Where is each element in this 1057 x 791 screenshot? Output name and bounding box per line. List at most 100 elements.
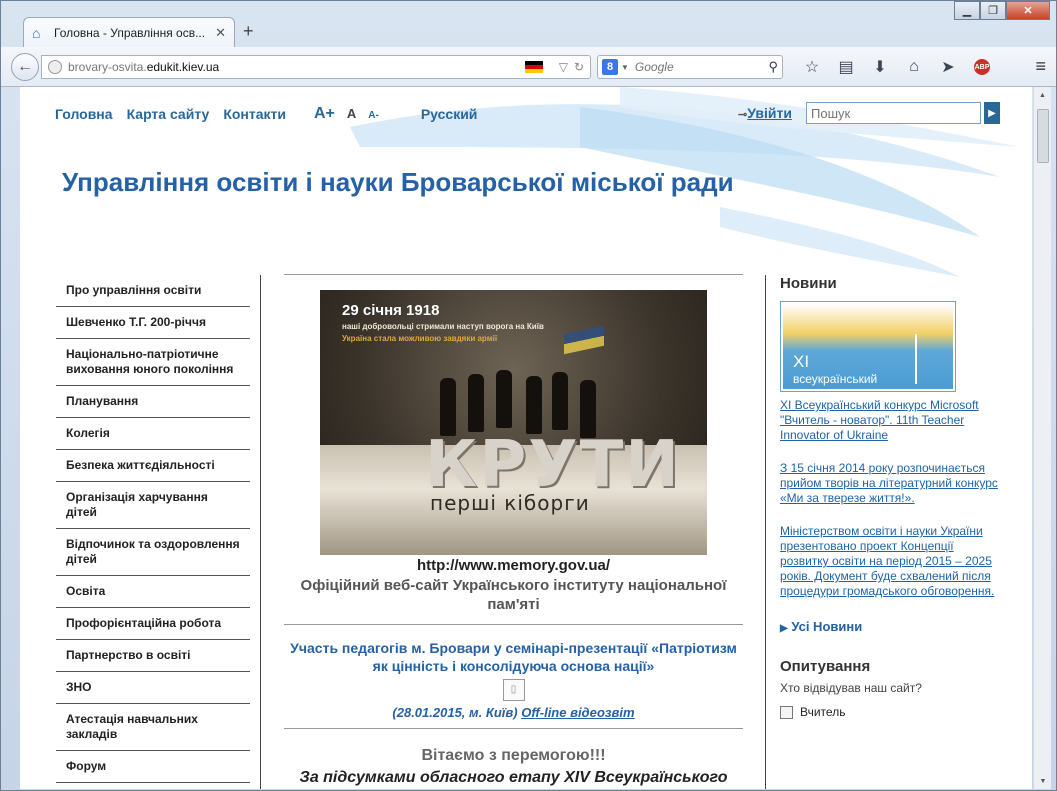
tab-title: Головна - Управління осв... — [54, 25, 206, 40]
chevron-down-icon[interactable]: ▼ — [621, 63, 629, 72]
search-engine-icon[interactable]: 8 — [602, 59, 618, 75]
poster-line-2: Україна стала можливою завдяки армії — [342, 334, 498, 343]
adblock-icon[interactable]: ABP — [965, 55, 999, 79]
kruty-poster-image[interactable]: 29 січня 1918 наші добровольці стримали … — [320, 290, 707, 555]
site-search-button[interactable]: ▶ — [984, 102, 1000, 124]
memory-description: Офіційний веб-сайт Українського інститут… — [300, 577, 727, 613]
minimize-button[interactable]: ▁ — [954, 1, 980, 20]
url-text[interactable]: brovary-osvita.edukit.kiev.ua — [68, 60, 525, 74]
home-icon[interactable]: ⌂ — [897, 55, 931, 79]
video-report-link[interactable]: Off-line відеозвіт — [521, 705, 634, 720]
ukrainian-flag-graphic — [564, 325, 604, 355]
home-icon: ⌂ — [32, 24, 41, 41]
font-normal-button[interactable]: A — [347, 106, 356, 121]
seminar-news-title[interactable]: Участь педагогів м. Бровари у семінарі-п… — [284, 639, 743, 675]
poll-question: Хто відвідував наш сайт? — [780, 681, 922, 695]
close-tab-icon[interactable]: ✕ — [215, 25, 226, 41]
key-icon: ⊸ — [738, 109, 748, 121]
page-viewport: Головна Карта сайту Контакти A+ A A- Рус… — [20, 87, 1032, 789]
window-controls: ▁ ❐ ✕ — [954, 1, 1050, 20]
divider — [284, 274, 743, 275]
menu-item-catering[interactable]: Організація харчування дітей — [56, 482, 250, 529]
news-link-1[interactable]: XI Всеукраїнський конкурс Microsoft "Вчи… — [780, 398, 1000, 443]
menu-item-forum[interactable]: Форум — [56, 751, 250, 783]
font-size-controls: A+ A A- — [314, 105, 391, 123]
video-date: (28.01.2015, м. Київ) — [392, 705, 518, 720]
menu-item-planning[interactable]: Планування — [56, 386, 250, 418]
toolbar-icons: ☆ ▤ ⬇ ⌂ ➤ ABP — [795, 55, 999, 79]
poll-section: Опитування Хто відвідував наш сайт? Вчит… — [780, 658, 1000, 719]
scroll-down-icon[interactable]: ▼ — [1034, 773, 1052, 789]
new-tab-button[interactable]: + — [243, 21, 254, 42]
thumbnail-flagpole — [915, 334, 917, 384]
menu-item-patriotic[interactable]: Національно-патріотичне виховання юного … — [56, 339, 250, 386]
menu-item-safety[interactable]: Безпека життєдіяльності — [56, 450, 250, 482]
play-arrow-icon: ▶ — [988, 107, 996, 119]
nav-bar: ← brovary-osvita.edukit.kiev.ua ▽ ↻ 8 ▼ … — [1, 47, 1056, 87]
news-link-2[interactable]: З 15 січня 2014 року розпочинається прий… — [780, 461, 1000, 506]
poll-option-label: Вчитель — [800, 705, 846, 719]
nav-sitemap-link[interactable]: Карта сайту — [127, 106, 210, 122]
bookmark-star-icon[interactable]: ☆ — [795, 55, 829, 79]
menu-item-about[interactable]: Про управління освіти — [56, 275, 250, 307]
thumbnail-roman-numeral: XI — [793, 352, 810, 371]
left-menu: Про управління освіти Шевченко Т.Г. 200-… — [56, 275, 250, 783]
congrats-heading: Вітаємо з перемогою!!! — [421, 747, 606, 764]
download-icon[interactable]: ⬇ — [863, 55, 897, 79]
menu-item-shevchenko[interactable]: Шевченко Т.Г. 200-річчя — [56, 307, 250, 339]
menu-item-partnership[interactable]: Партнерство в освіті — [56, 640, 250, 672]
url-domain: edukit.kiev.ua — [146, 60, 220, 74]
menu-item-attestation[interactable]: Атестація навчальних закладів — [56, 704, 250, 751]
column-divider-right — [765, 275, 766, 789]
browser-search-box[interactable]: 8 ▼ ⚲ — [597, 55, 783, 79]
globe-icon — [48, 60, 62, 74]
nav-contacts-link[interactable]: Контакти — [223, 106, 286, 122]
vertical-scrollbar[interactable]: ▲ ▼ — [1033, 87, 1051, 789]
site-title: Управління освіти і науки Броварської мі… — [62, 167, 734, 197]
language-switch-link[interactable]: Русский — [421, 106, 478, 122]
thumbnail-caption: всеукраїнський — [793, 372, 878, 386]
font-increase-button[interactable]: A+ — [314, 105, 335, 123]
address-bar[interactable]: brovary-osvita.edukit.kiev.ua ▽ ↻ — [41, 55, 591, 79]
all-news-link[interactable]: ▶ Усі Новини — [780, 619, 1000, 634]
poster-line-1: наші добровольці стримали наступ ворога … — [342, 322, 544, 331]
menu-item-education[interactable]: Освіта — [56, 576, 250, 608]
browser-tab[interactable]: ⌂ Головна - Управління осв... ✕ — [23, 17, 235, 47]
poll-option-teacher[interactable]: Вчитель — [780, 705, 1000, 719]
scroll-thumb[interactable] — [1037, 109, 1049, 163]
divider — [284, 728, 743, 729]
news-heading: Новини — [780, 275, 837, 292]
news-link-3[interactable]: Міністерством освіти і науки України пре… — [780, 524, 1000, 599]
menu-item-zno[interactable]: ЗНО — [56, 672, 250, 704]
url-prefix: brovary-osvita. — [68, 60, 147, 74]
reload-icon[interactable]: ↻ — [574, 60, 584, 74]
poll-heading: Опитування — [780, 658, 871, 675]
all-news-label: Усі Новини — [791, 619, 863, 634]
maximize-button[interactable]: ❐ — [980, 1, 1006, 20]
menu-icon[interactable]: ≡ — [1035, 56, 1046, 77]
poster-date: 29 січня 1918 — [342, 302, 440, 319]
back-button[interactable]: ← — [11, 53, 39, 81]
congrats-text: За підсумками обласного етапу XIV Всеукр… — [299, 769, 728, 786]
nav-home-link[interactable]: Головна — [55, 106, 113, 122]
broken-image-icon: ▯ — [502, 679, 525, 701]
menu-item-recreation[interactable]: Відпочинок та оздоровлення дітей — [56, 529, 250, 576]
menu-item-board[interactable]: Колегія — [56, 418, 250, 450]
search-icon[interactable]: ⚲ — [768, 59, 778, 75]
triangle-right-icon: ▶ — [780, 623, 788, 634]
font-decrease-button[interactable]: A- — [368, 110, 379, 121]
scroll-up-icon[interactable]: ▲ — [1034, 87, 1051, 103]
browser-search-input[interactable] — [634, 60, 755, 74]
main-content: 29 січня 1918 наші добровольці стримали … — [284, 274, 743, 787]
send-icon[interactable]: ➤ — [931, 55, 965, 79]
login-link[interactable]: ⊸Увійти — [738, 105, 792, 121]
news-thumbnail[interactable]: XI всеукраїнський — [780, 301, 956, 392]
checkbox[interactable] — [780, 705, 793, 719]
menu-item-career[interactable]: Профорієнтаційна робота — [56, 608, 250, 640]
german-flag-icon[interactable] — [524, 61, 543, 73]
dropdown-arrow-icon[interactable]: ▽ — [559, 60, 568, 74]
site-search-input[interactable] — [806, 102, 981, 124]
close-window-button[interactable]: ✕ — [1006, 1, 1050, 20]
login-label: Увійти — [747, 105, 792, 121]
reading-list-icon[interactable]: ▤ — [829, 55, 863, 79]
